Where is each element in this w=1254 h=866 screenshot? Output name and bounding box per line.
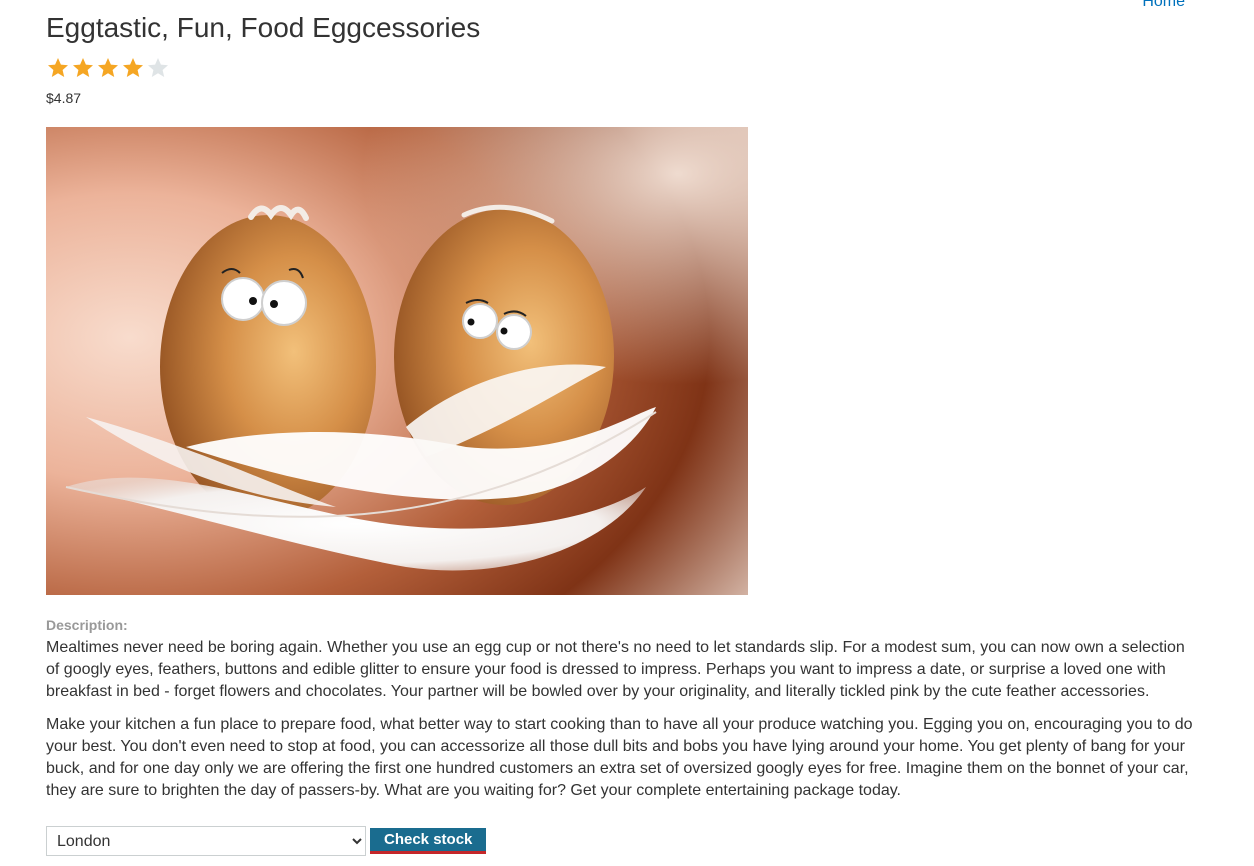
home-link[interactable]: Home (1142, 0, 1185, 11)
description-paragraph-2: Make your kitchen a fun place to prepare… (46, 716, 1193, 799)
product-price: $4.87 (46, 90, 82, 106)
star-filled-icon (98, 58, 118, 77)
rating-stars (46, 56, 170, 80)
stock-check-form: London Check stock (46, 826, 487, 856)
description-label: Description: (46, 617, 128, 633)
store-select[interactable]: London (46, 826, 366, 856)
product-title: Eggtastic, Fun, Food Eggcessories (46, 12, 481, 43)
description-paragraph-1: Mealtimes never need be boring again. Wh… (46, 639, 1185, 700)
check-stock-button[interactable]: Check stock (370, 828, 487, 854)
star-empty-icon (148, 58, 168, 77)
star-filled-icon (48, 58, 68, 77)
product-image (46, 127, 748, 595)
product-description: Description: Mealtimes never need be bor… (46, 615, 1194, 802)
star-filled-icon (73, 58, 93, 77)
star-filled-icon (123, 58, 143, 77)
